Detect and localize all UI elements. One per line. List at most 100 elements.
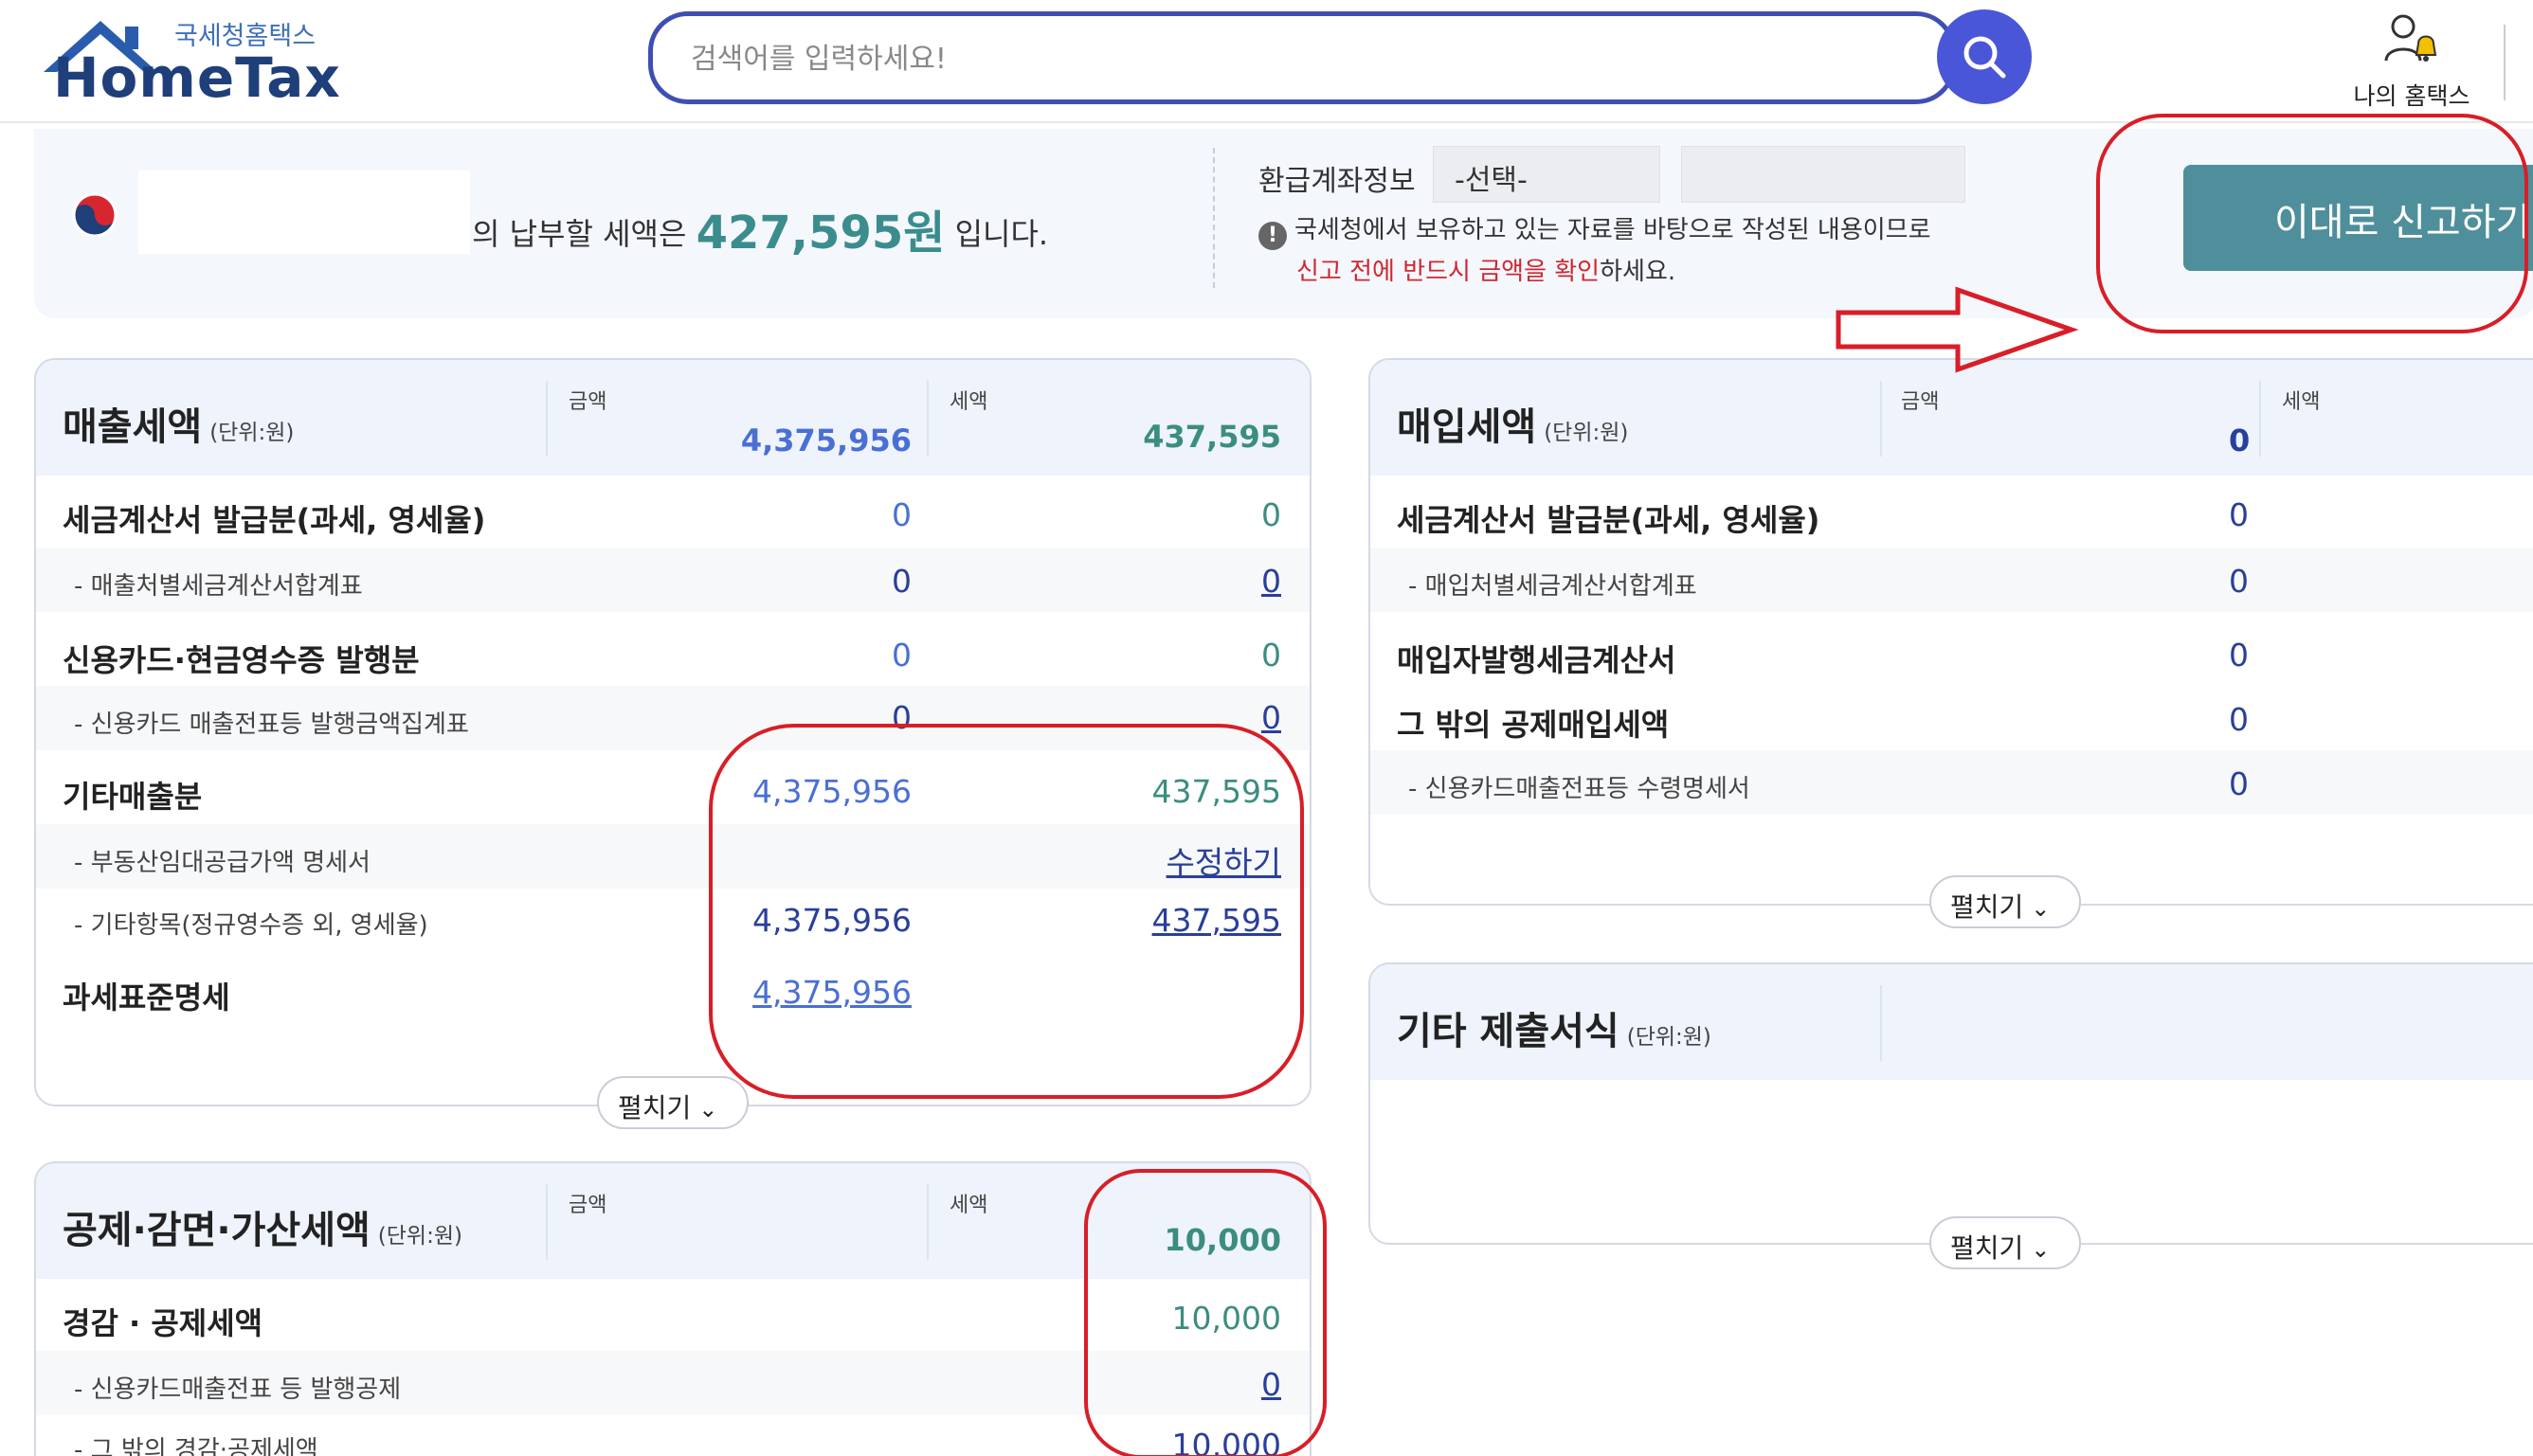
column-separator <box>546 381 548 457</box>
search-input[interactable] <box>691 35 1733 82</box>
refund-account-field[interactable] <box>1681 146 1965 203</box>
other-forms-title: 기타 제출서식 (단위:원) <box>1397 1000 1711 1055</box>
notice-line-1: ! 국세청에서 보유하고 있는 자료를 바탕으로 작성된 내용이므로 <box>1258 210 1931 250</box>
deduction-title-text: 공제·감면·가산세액 <box>63 1209 371 1252</box>
notice-line-2: 신고 전에 반드시 금액을 확인하세요. <box>1296 252 1675 287</box>
summary-suffix: 입니다. <box>945 216 1049 252</box>
row-amount: 0 <box>892 496 912 533</box>
hometax-logo[interactable]: 국세청홈택스 HomeTax <box>34 13 347 110</box>
my-hometax-label: 나의 홈택스 <box>2353 82 2470 110</box>
tax-column-label: 세액 <box>950 1194 988 1217</box>
summary-prefix: 의 납부할 세액은 <box>472 216 697 252</box>
other-forms-unit: (단위:원) <box>1626 1025 1711 1050</box>
user-bell-icon <box>2384 14 2437 62</box>
row-label: - 매입처별세금계산서합계표 <box>1408 572 1697 601</box>
chevron-down-icon: ⌄ <box>698 1096 718 1123</box>
purchase-row-tax-invoice: 세금계산서 발급분(과세, 영세율) 0 <box>1370 481 2533 546</box>
logo-title: HomeTax <box>53 45 341 110</box>
sales-row-invoice-summary: - 매출처별세금계산서합계표 0 0 <box>36 548 1310 612</box>
notice-text-1: 국세청에서 보유하고 있는 자료를 바탕으로 작성된 내용이므로 <box>1294 216 1931 244</box>
payment-summary: 의 납부할 세액은 427,595원 입니다. <box>472 195 1048 261</box>
purchase-tax-title-text: 매입세액 <box>1397 405 1537 449</box>
expand-label: 펼치기 <box>1950 1232 2024 1264</box>
notice-tail: 하세요. <box>1600 258 1676 286</box>
taegeuk-emblem-icon <box>72 192 118 238</box>
summary-divider <box>1213 148 1215 288</box>
tax-column-label: 세액 <box>950 390 988 414</box>
search-button[interactable] <box>1937 9 2032 104</box>
expand-label: 펼치기 <box>618 1092 692 1123</box>
sales-total-tax: 437,595 <box>1143 419 1281 455</box>
row-label: - 기타항목(정규영수증 외, 영세율) <box>74 911 428 940</box>
chevron-down-icon: ⌄ <box>2031 895 2051 922</box>
taxpayer-name-redacted <box>138 171 470 254</box>
header-divider <box>2504 25 2506 100</box>
purchase-tax-title: 매입세액 (단위:원) <box>1397 396 1628 451</box>
row-label: 세금계산서 발급분(과세, 영세율) <box>1397 502 1820 538</box>
header: 국세청홈택스 HomeTax 나의 홈택스 <box>0 0 2533 123</box>
notice-warning: 신고 전에 반드시 금액을 확인 <box>1296 258 1601 286</box>
amount-column-label: 금액 <box>569 390 607 414</box>
row-label: - 그 밖의 경감·공제세액 <box>74 1436 318 1456</box>
row-amount: 0 <box>892 637 912 674</box>
payable-amount: 427,595원 <box>696 207 946 260</box>
search-icon <box>1963 36 2006 79</box>
column-separator <box>927 381 929 457</box>
column-separator <box>1880 381 1882 457</box>
purchase-tax-panel: 매입세액 (단위:원) 금액 세액 0 세금계산서 발급분(과세, 영세율) 0 … <box>1368 358 2533 906</box>
row-amount: 0 <box>892 563 912 600</box>
info-icon: ! <box>1258 222 1287 250</box>
row-amount: 0 <box>2229 701 2249 738</box>
row-label: - 신용카드 매출전표등 발행금액집계표 <box>74 710 469 739</box>
purchase-row-other-deduction: 그 밖의 공제매입세액 0 <box>1370 686 2533 750</box>
deduction-title: 공제·감면·가산세액 (단위:원) <box>63 1199 462 1254</box>
sales-row-card-receipt: 신용카드·현금영수증 발행분 0 0 <box>36 621 1310 686</box>
row-label: 기타매출분 <box>63 779 203 815</box>
my-hometax-button[interactable]: 나의 홈택스 <box>2331 6 2492 110</box>
refund-account-select[interactable]: -선택- <box>1433 146 1660 203</box>
sales-tax-title: 매출세액 (단위:원) <box>63 396 294 451</box>
sales-tax-unit: (단위:원) <box>209 421 295 445</box>
row-label: 경감 · 공제세액 <box>63 1305 263 1341</box>
row-label: 과세표준명세 <box>63 980 230 1016</box>
row-label: 그 밖의 공제매입세액 <box>1397 707 1670 743</box>
row-label: 매입자발행세금계산서 <box>1397 642 1676 678</box>
annotation-arrow-icon <box>1836 286 2079 373</box>
row-amount: 0 <box>2229 496 2249 533</box>
row-label: 신용카드·현금영수증 발행분 <box>63 642 420 678</box>
expand-label: 펼치기 <box>1950 891 2024 923</box>
purchase-row-buyer-issued: 매입자발행세금계산서 0 <box>1370 621 2533 686</box>
row-label: - 신용카드매출전표등 수령명세서 <box>1408 775 1750 803</box>
sales-tax-title-text: 매출세액 <box>63 405 203 449</box>
sales-expand-button[interactable]: 펼치기 ⌄ <box>597 1076 749 1129</box>
row-amount: 0 <box>2229 765 2249 802</box>
purchase-tax-unit: (단위:원) <box>1544 421 1629 445</box>
purchase-expand-button[interactable]: 펼치기 ⌄ <box>1929 875 2081 928</box>
row-tax: 0 <box>1261 637 1281 674</box>
row-label: 세금계산서 발급분(과세, 영세율) <box>63 502 486 538</box>
row-label: - 신용카드매출전표 등 발행공제 <box>74 1375 402 1404</box>
row-tax-link[interactable]: 0 <box>1261 563 1281 600</box>
row-label: - 부동산임대공급가액 명세서 <box>74 849 371 877</box>
column-separator <box>2259 381 2261 457</box>
row-tax: 0 <box>1261 496 1281 533</box>
chevron-down-icon: ⌄ <box>2031 1236 2051 1263</box>
tax-column-label: 세액 <box>2282 390 2321 414</box>
other-forms-title-text: 기타 제출서식 <box>1397 1010 1619 1053</box>
deduction-unit: (단위:원) <box>377 1224 462 1249</box>
row-label: - 매출처별세금계산서합계표 <box>74 572 363 601</box>
row-tax-link[interactable]: 0 <box>1261 699 1281 736</box>
row-amount: 0 <box>2229 637 2249 674</box>
amount-column-label: 금액 <box>1901 390 1940 414</box>
sales-row-tax-invoice: 세금계산서 발급분(과세, 영세율) 0 0 <box>36 481 1310 546</box>
sales-total-amount: 4,375,956 <box>740 422 912 458</box>
other-forms-panel: 기타 제출서식 (단위:원) <box>1368 962 2533 1245</box>
row-amount: 0 <box>2229 563 2249 600</box>
search-bar <box>648 11 1956 104</box>
annotation-circle-submit <box>2096 114 2528 333</box>
refund-account-label: 환급계좌정보 <box>1258 165 1416 198</box>
column-separator <box>927 1184 929 1260</box>
purchase-total-amount: 0 <box>2229 422 2251 458</box>
other-forms-expand-button[interactable]: 펼치기 ⌄ <box>1929 1216 2081 1269</box>
purchase-row-card-receipt: - 신용카드매출전표등 수령명세서 0 <box>1370 750 2533 815</box>
